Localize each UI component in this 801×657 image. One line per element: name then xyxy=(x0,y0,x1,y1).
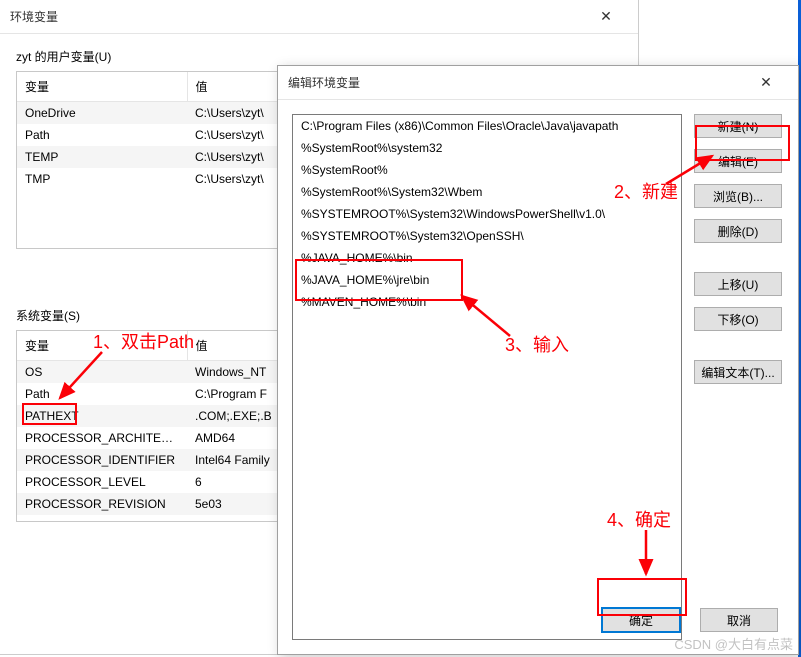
cancel-button[interactable]: 取消 xyxy=(700,608,778,632)
col-name[interactable]: 变量 xyxy=(17,72,187,102)
new-button[interactable]: 新建(N) xyxy=(694,114,782,138)
list-item[interactable]: C:\Program Files (x86)\Common Files\Orac… xyxy=(293,115,681,137)
list-item[interactable]: %MAVEN_HOME%\bin xyxy=(293,291,681,313)
col-name[interactable]: 变量 xyxy=(17,331,187,361)
var-name: PROCESSOR_LEVEL xyxy=(17,471,187,493)
var-name: Path xyxy=(17,124,187,146)
edit-body: C:\Program Files (x86)\Common Files\Orac… xyxy=(278,100,798,654)
var-name: PROCESSOR_REVISION xyxy=(17,493,187,515)
edit-env-var-dialog: 编辑环境变量 ✕ C:\Program Files (x86)\Common F… xyxy=(277,65,799,655)
edit-title: 编辑环境变量 xyxy=(288,74,744,91)
list-item[interactable]: %SYSTEMROOT%\System32\WindowsPowerShell\… xyxy=(293,203,681,225)
var-name: PATHEXT xyxy=(17,405,187,427)
edit-button-column: 新建(N) 编辑(E) 浏览(B)... 删除(D) 上移(U) 下移(O) 编… xyxy=(694,114,784,640)
path-entries-listbox[interactable]: C:\Program Files (x86)\Common Files\Orac… xyxy=(292,114,682,640)
edit-titlebar: 编辑环境变量 ✕ xyxy=(278,66,798,100)
move-up-button[interactable]: 上移(U) xyxy=(694,272,782,296)
var-name: OS xyxy=(17,361,187,384)
list-item[interactable]: %JAVA_HOME%\bin xyxy=(293,247,681,269)
var-name: TEMP xyxy=(17,146,187,168)
parent-title: 环境变量 xyxy=(10,8,584,25)
delete-button[interactable]: 删除(D) xyxy=(694,219,782,243)
close-icon[interactable]: ✕ xyxy=(744,74,788,91)
edit-bottom-buttons: 确定 取消 xyxy=(602,608,778,632)
browse-button[interactable]: 浏览(B)... xyxy=(694,184,782,208)
var-name: Path xyxy=(17,383,187,405)
user-vars-label: zyt 的用户变量(U) xyxy=(16,48,622,65)
list-item[interactable]: %JAVA_HOME%\jre\bin xyxy=(293,269,681,291)
var-name: OneDrive xyxy=(17,102,187,125)
watermark: CSDN @大白有点菜 xyxy=(674,634,793,653)
ok-button[interactable]: 确定 xyxy=(602,608,680,632)
list-item[interactable]: %SystemRoot%\System32\Wbem xyxy=(293,181,681,203)
edit-text-button[interactable]: 编辑文本(T)... xyxy=(694,360,782,384)
list-item[interactable]: %SYSTEMROOT%\System32\OpenSSH\ xyxy=(293,225,681,247)
close-icon[interactable]: ✕ xyxy=(584,8,628,25)
var-name: PROCESSOR_ARCHITECT... xyxy=(17,427,187,449)
list-item[interactable]: %SystemRoot% xyxy=(293,159,681,181)
var-name: TMP xyxy=(17,168,187,190)
edit-button[interactable]: 编辑(E) xyxy=(694,149,782,173)
list-item[interactable]: %SystemRoot%\system32 xyxy=(293,137,681,159)
var-name: PROCESSOR_IDENTIFIER xyxy=(17,449,187,471)
move-down-button[interactable]: 下移(O) xyxy=(694,307,782,331)
parent-titlebar: 环境变量 ✕ xyxy=(0,0,638,34)
